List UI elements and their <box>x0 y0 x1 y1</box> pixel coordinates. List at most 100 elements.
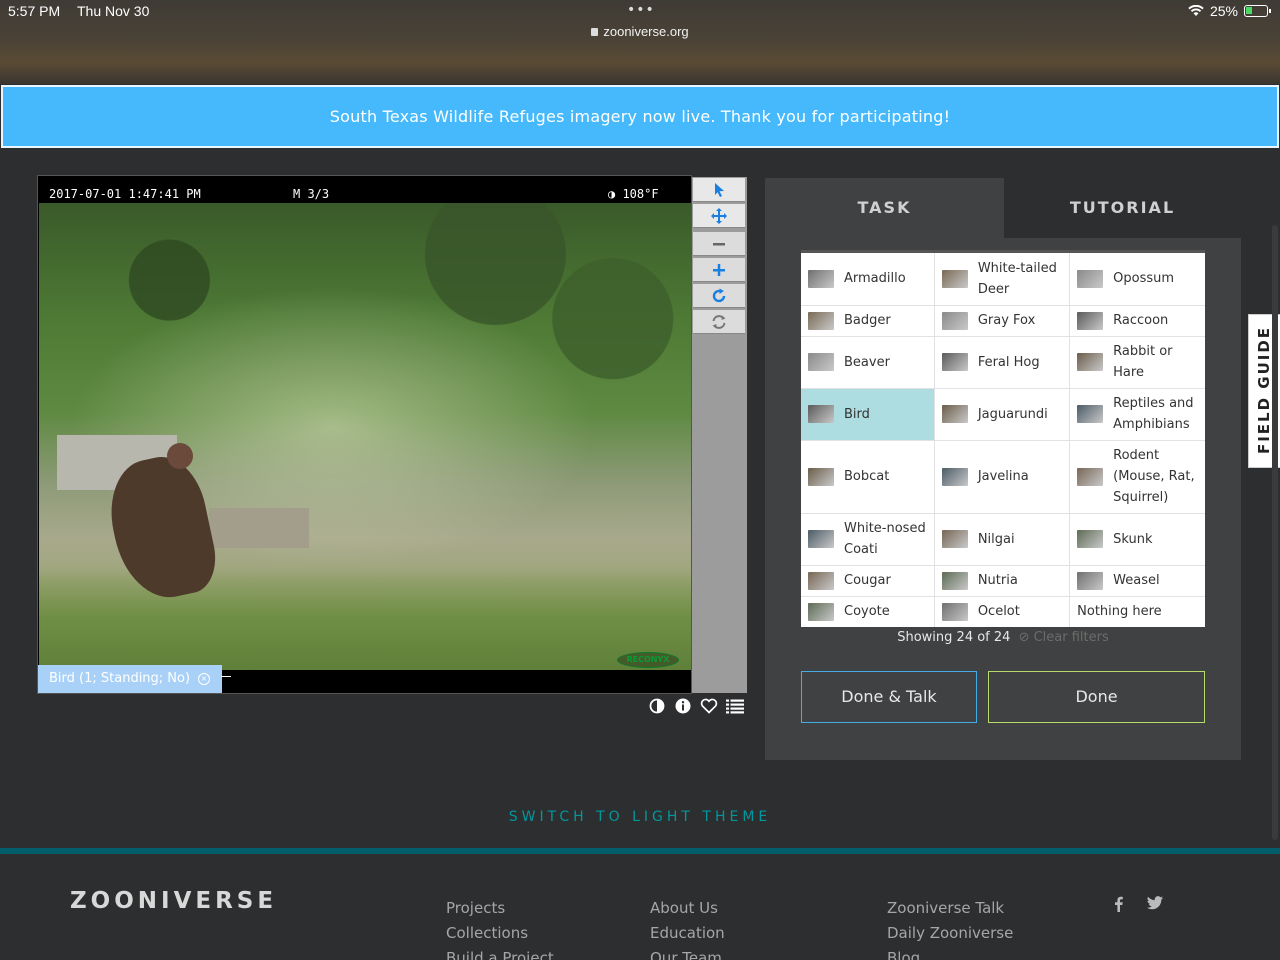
invert-button[interactable] <box>648 697 666 715</box>
favorite-button[interactable] <box>700 697 718 715</box>
footer-link[interactable]: Blog <box>887 946 1013 960</box>
species-label: Raccoon <box>1113 313 1169 328</box>
species-choice[interactable]: Skunk <box>1069 513 1205 566</box>
species-choice[interactable]: Raccoon <box>1069 305 1205 337</box>
species-thumbnail <box>1077 353 1104 371</box>
choice-row: Armadillo White-tailed Deer Opossum <box>801 253 1205 306</box>
species-label: Nutria <box>977 573 1018 588</box>
invert-icon <box>649 698 665 714</box>
species-label: Javelina <box>977 469 1029 484</box>
footer-link[interactable]: Projects <box>446 896 554 921</box>
species-choice-content: Beaver <box>808 352 930 373</box>
species-label: Weasel <box>1113 573 1160 588</box>
species-thumbnail <box>808 571 834 590</box>
species-choice[interactable]: Rabbit or Hare <box>1069 336 1205 389</box>
lock-icon <box>591 28 599 36</box>
pan-icon <box>711 207 727 224</box>
battery-percent: 25% <box>1209 3 1238 19</box>
species-choice[interactable]: Nothing here <box>1070 596 1205 627</box>
collection-button[interactable] <box>726 697 744 715</box>
favorite-icon <box>700 698 718 714</box>
species-choice[interactable]: Ocelot <box>934 596 1071 627</box>
camera-temperature: ◑ 108°F <box>608 187 659 201</box>
zoom-in-icon <box>713 263 725 276</box>
species-choice[interactable]: Nutria <box>934 565 1071 597</box>
subject-viewer[interactable]: 2017-07-01 1:47:41 PM M 3/3 ◑ 108°F RECO… <box>37 175 692 694</box>
page-scrollbar[interactable] <box>1272 225 1278 840</box>
species-label: Jaguarundi <box>977 406 1048 422</box>
page-root: 5:57 PM Thu Nov 30 ••• zooniverse.org 25… <box>0 0 1280 960</box>
footer-links-talk: Zooniverse Talk Daily Zooniverse Blog <box>887 896 1013 960</box>
choice-row: Badger Gray Fox Raccoon <box>801 305 1205 337</box>
species-choice[interactable]: Jaguarundi <box>934 388 1071 441</box>
species-thumbnail <box>1077 467 1104 486</box>
pan-tool-button[interactable] <box>693 204 745 228</box>
clock: 5:57 PM <box>8 3 61 19</box>
tab-task[interactable]: TASK <box>765 178 1004 238</box>
species-thumbnail <box>1077 571 1104 590</box>
footer-links-about: About Us Education Our Team <box>650 896 725 960</box>
pointer-tool-button[interactable] <box>693 178 745 202</box>
species-choice[interactable]: Cougar <box>801 565 935 597</box>
species-choice[interactable]: Coyote <box>801 596 935 627</box>
close-icon[interactable]: × <box>198 673 210 685</box>
species-label: Gray Fox <box>977 313 1036 328</box>
done-and-talk-button[interactable]: Done & Talk <box>801 671 977 723</box>
species-choice[interactable]: Gray Fox <box>934 305 1071 337</box>
species-choice-content: Rodent (Mouse, Rat, Squirrel) <box>1077 445 1201 508</box>
tab-tutorial[interactable]: TUTORIAL <box>1004 178 1241 238</box>
species-choice-content: Coyote <box>808 601 930 622</box>
species-thumbnail <box>941 467 968 486</box>
species-label: Nothing here <box>1077 604 1162 620</box>
info-button[interactable] <box>674 697 692 715</box>
species-choice[interactable]: Feral Hog <box>934 336 1071 389</box>
species-choice-content: Nutria <box>941 570 1065 591</box>
rotate-button[interactable] <box>693 284 745 308</box>
subject-image[interactable]: RECONYX <box>39 203 691 670</box>
facebook-icon[interactable] <box>1114 896 1123 912</box>
species-choice[interactable]: Weasel <box>1069 565 1205 597</box>
zooniverse-logo[interactable]: ZOONIVERSE <box>70 888 277 914</box>
clear-filters-button[interactable]: ⊘ Clear filters <box>1019 630 1109 645</box>
species-choice[interactable]: Opossum <box>1069 253 1205 306</box>
image-foliage <box>39 203 691 460</box>
species-choice[interactable]: Badger <box>801 305 935 337</box>
species-choice[interactable]: Javelina <box>934 440 1071 514</box>
species-choice-content: Armadillo <box>808 268 930 289</box>
species-choice[interactable]: Bobcat <box>801 440 935 514</box>
footer-link[interactable]: About Us <box>650 896 725 921</box>
multitask-dots[interactable]: ••• <box>627 2 655 18</box>
annotation-mark-label[interactable]: Bird (1; Standing; No) × <box>38 665 222 693</box>
species-choice[interactable]: White-nosed Coati <box>801 513 935 566</box>
footer-link[interactable]: Collections <box>446 921 554 946</box>
species-thumbnail <box>808 602 834 621</box>
species-choice[interactable]: Nilgai <box>934 513 1071 566</box>
species-choice[interactable]: Rodent (Mouse, Rat, Squirrel) <box>1069 440 1205 514</box>
social-links <box>1114 896 1163 912</box>
switch-theme-button[interactable]: SWITCH TO LIGHT THEME <box>0 809 1280 825</box>
footer-link[interactable]: Education <box>650 921 725 946</box>
showing-count: Showing 24 of 24 <box>897 630 1011 645</box>
species-label: Armadillo <box>844 271 906 287</box>
species-thumbnail <box>1077 311 1104 330</box>
done-button[interactable]: Done <box>988 671 1205 723</box>
camera-frame: M 3/3 <box>293 187 330 201</box>
species-label: Rodent (Mouse, Rat, Squirrel) <box>1113 448 1195 505</box>
species-choice[interactable]: Reptiles and Amphibians <box>1069 388 1205 441</box>
species-label: Bird <box>844 406 870 422</box>
footer-link[interactable]: Build a Project <box>446 946 554 960</box>
reset-button[interactable] <box>693 310 745 334</box>
zoom-out-button[interactable] <box>693 232 745 256</box>
species-choice[interactable]: Beaver <box>801 336 935 389</box>
footer-link[interactable]: Zooniverse Talk <box>887 896 1013 921</box>
species-choice[interactable]: White-tailed Deer <box>934 253 1071 306</box>
species-choice-content: Opossum <box>1077 268 1201 289</box>
url-bar[interactable]: zooniverse.org <box>0 24 1280 39</box>
species-choice[interactable]: Bird <box>801 388 935 441</box>
footer-link[interactable]: Our Team <box>650 946 725 960</box>
twitter-icon[interactable] <box>1147 896 1163 910</box>
species-choice[interactable]: Armadillo <box>801 253 935 306</box>
zoom-in-button[interactable] <box>693 258 745 282</box>
footer-link[interactable]: Daily Zooniverse <box>887 921 1013 946</box>
viewer-actions <box>648 697 744 715</box>
